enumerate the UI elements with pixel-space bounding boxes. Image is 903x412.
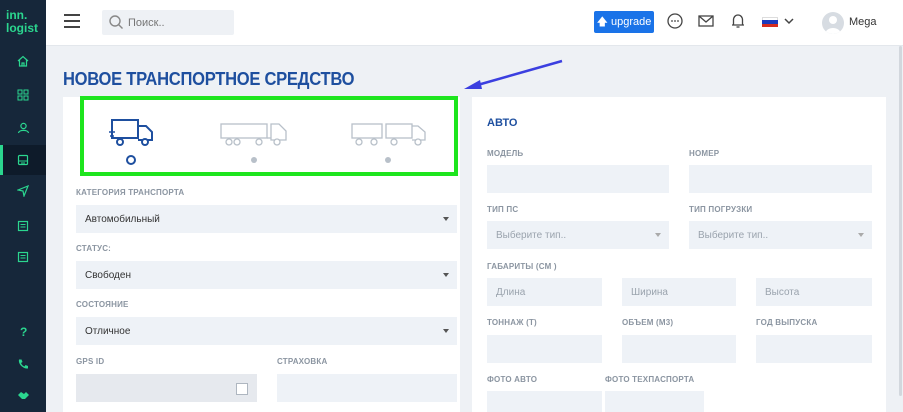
truck-icon [17, 154, 29, 166]
ps-type-placeholder: Выберите тип.. [496, 230, 567, 241]
category-select[interactable]: Автомобильный [76, 205, 457, 233]
page-title: НОВОЕ ТРАНСПОРТНОЕ СРЕДСТВО [63, 69, 355, 89]
arrow-up-icon: 🡅 [596, 15, 608, 28]
status-value: Свободен [85, 270, 131, 281]
load-type-label: ТИП ПОГРУЗКИ [689, 205, 753, 214]
caret-down-icon [858, 233, 864, 237]
mail-icon[interactable] [697, 12, 715, 30]
year-input[interactable] [756, 335, 872, 363]
vehicle-type-radio-selected[interactable] [126, 155, 136, 165]
gps-id-input[interactable] [76, 374, 257, 402]
condition-value: Отличное [85, 326, 131, 337]
ps-type-select[interactable]: Выберите тип.. [487, 221, 669, 249]
annotation-arrow [464, 59, 563, 89]
caret-down-icon [655, 233, 661, 237]
search-icon[interactable] [108, 14, 124, 30]
dimensions-label: ГАБАРИТЫ (СМ ) [487, 262, 557, 271]
users-icon [17, 122, 29, 134]
vehicle-form-right [472, 97, 886, 412]
phone-icon [18, 359, 28, 369]
vehicle-type-radio[interactable] [251, 157, 257, 163]
gps-checkbox[interactable] [236, 383, 248, 395]
app: inn. logist ? Поиск.. 🡅 upgrade Mega НОВ… [0, 0, 903, 412]
road-train-icon[interactable] [350, 116, 428, 148]
document-icon [17, 220, 29, 232]
number-label: НОМЕР [689, 149, 720, 158]
sidebar-item-vehicles[interactable] [0, 145, 46, 175]
chevron-down-icon[interactable] [784, 16, 794, 26]
sidebar-item-partners[interactable] [0, 380, 46, 410]
svg-text:?: ? [20, 325, 27, 337]
caret-down-icon [443, 273, 449, 277]
status-select[interactable]: Свободен [76, 261, 457, 289]
load-type-select[interactable]: Выберите тип.. [689, 221, 872, 249]
handshake-icon [17, 391, 29, 399]
sidebar-item-dashboard[interactable] [0, 80, 46, 110]
bell-icon[interactable] [729, 12, 747, 30]
year-label: ГОД ВЫПУСКА [756, 318, 818, 327]
model-label: МОДЕЛЬ [487, 149, 524, 158]
search-input[interactable] [128, 14, 228, 31]
category-value: Автомобильный [85, 214, 160, 225]
flag-ru-icon[interactable] [762, 17, 778, 27]
number-input[interactable] [689, 165, 872, 193]
category-label: КАТЕГОРИЯ ТРАНСПОРТА [76, 188, 185, 197]
status-label: СТАТУС: [76, 244, 112, 253]
model-input[interactable] [487, 165, 669, 193]
ps-type-label: ТИП ПС [487, 205, 519, 214]
length-input[interactable]: Длина [487, 278, 602, 306]
photo-passport-upload[interactable] [605, 391, 704, 412]
insurance-label: СТРАХОВКА [277, 357, 328, 366]
insurance-input[interactable] [277, 374, 457, 402]
photo-auto-label: ФОТО АВТО [487, 375, 538, 384]
width-input[interactable]: Ширина [622, 278, 736, 306]
sidebar-item-reports[interactable] [0, 242, 46, 272]
caret-down-icon [443, 329, 449, 333]
sidebar-item-help[interactable]: ? [0, 316, 46, 346]
condition-label: СОСТОЯНИЕ [76, 300, 129, 309]
logo-line2: logist [6, 21, 38, 35]
help-icon: ? [20, 325, 27, 337]
gps-label: GPS ID [76, 357, 105, 366]
volume-label: ОБЪЕМ (М3) [622, 318, 674, 327]
length-placeholder: Длина [496, 287, 526, 298]
photo-auto-upload[interactable] [487, 391, 602, 412]
logo[interactable]: inn. logist [6, 9, 40, 39]
vehicle-type-radio[interactable] [385, 157, 391, 163]
home-icon [17, 55, 29, 67]
small-truck-icon[interactable] [109, 116, 155, 148]
dashboard-icon [17, 89, 29, 101]
section-title-auto: АВТО [487, 117, 518, 129]
upgrade-button[interactable]: 🡅 upgrade [594, 11, 654, 33]
sidebar-item-send[interactable] [0, 176, 46, 206]
height-input[interactable]: Высота [756, 278, 872, 306]
menu-icon[interactable] [64, 14, 80, 28]
document-icon [17, 251, 29, 263]
condition-select[interactable]: Отличное [76, 317, 457, 345]
width-placeholder: Ширина [631, 287, 668, 298]
sidebar-item-users[interactable] [0, 113, 46, 143]
topbar: 🡅upgrade Mega [46, 0, 903, 46]
sidebar-item-documents[interactable] [0, 211, 46, 241]
tonnage-label: ТОННАЖ (Т) [487, 318, 537, 327]
scrollbar[interactable] [898, 46, 903, 412]
tonnage-input[interactable] [487, 335, 602, 363]
chat-icon[interactable] [666, 12, 684, 30]
search-box [102, 10, 234, 35]
upgrade-label: upgrade [610, 16, 652, 28]
username[interactable]: Mega [849, 16, 877, 28]
caret-down-icon [443, 217, 449, 221]
load-type-placeholder: Выберите тип.. [698, 230, 769, 241]
sidebar: inn. logist ? [0, 0, 46, 412]
photo-passport-label: ФОТО ТЕХПАСПОРТА [605, 375, 695, 384]
sidebar-item-home[interactable] [0, 46, 46, 76]
send-icon [17, 185, 29, 197]
height-placeholder: Высота [765, 287, 800, 298]
avatar[interactable] [822, 12, 844, 34]
truck-trailer-icon[interactable] [219, 116, 289, 148]
volume-input[interactable] [622, 335, 736, 363]
sidebar-item-phone[interactable] [0, 349, 46, 379]
